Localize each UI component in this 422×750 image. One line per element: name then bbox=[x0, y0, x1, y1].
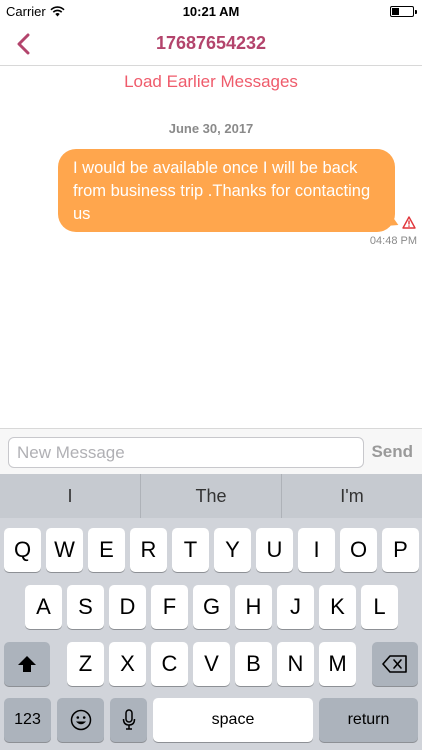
return-key[interactable]: return bbox=[319, 698, 418, 742]
battery-level bbox=[392, 8, 399, 15]
key-y[interactable]: Y bbox=[214, 528, 251, 572]
message-text: I would be available once I will be back… bbox=[73, 159, 371, 223]
key-o[interactable]: O bbox=[340, 528, 377, 572]
shift-key[interactable] bbox=[4, 642, 50, 686]
key-x[interactable]: X bbox=[109, 642, 146, 686]
emoji-icon bbox=[70, 709, 91, 731]
key-s[interactable]: S bbox=[67, 585, 104, 629]
key-l[interactable]: L bbox=[361, 585, 398, 629]
suggestion-bar: I The I'm bbox=[0, 474, 422, 518]
backspace-icon bbox=[382, 655, 407, 673]
warning-icon[interactable] bbox=[402, 216, 416, 229]
key-t[interactable]: T bbox=[172, 528, 209, 572]
status-bar: Carrier 10:21 AM bbox=[0, 0, 422, 22]
nav-bar: 17687654232 bbox=[0, 22, 422, 66]
key-i[interactable]: I bbox=[298, 528, 335, 572]
date-separator: June 30, 2017 bbox=[168, 121, 254, 136]
key-c[interactable]: C bbox=[151, 642, 188, 686]
key-f[interactable]: F bbox=[151, 585, 188, 629]
backspace-key[interactable] bbox=[372, 642, 418, 686]
space-key[interactable]: space bbox=[153, 698, 313, 742]
key-r[interactable]: R bbox=[130, 528, 167, 572]
key-p[interactable]: P bbox=[382, 528, 419, 572]
key-v[interactable]: V bbox=[193, 642, 230, 686]
key-n[interactable]: N bbox=[277, 642, 314, 686]
conversation-title: 17687654232 bbox=[155, 33, 267, 53]
key-b[interactable]: B bbox=[235, 642, 272, 686]
key-e[interactable]: E bbox=[88, 528, 125, 572]
key-j[interactable]: J bbox=[277, 585, 314, 629]
dictation-key[interactable] bbox=[110, 698, 147, 742]
key-g[interactable]: G bbox=[193, 585, 230, 629]
shift-arrow-icon bbox=[18, 656, 36, 672]
microphone-icon bbox=[122, 709, 135, 730]
message-input[interactable] bbox=[8, 437, 364, 468]
message-input-bar: Send bbox=[0, 428, 422, 474]
key-q[interactable]: Q bbox=[4, 528, 41, 572]
key-k[interactable]: K bbox=[319, 585, 356, 629]
emoji-key[interactable] bbox=[57, 698, 104, 742]
key-u[interactable]: U bbox=[256, 528, 293, 572]
outgoing-message-bubble[interactable]: I would be available once I will be back… bbox=[58, 149, 395, 232]
load-earlier-button[interactable]: Load Earlier Messages bbox=[0, 72, 422, 92]
keyboard: I The I'm Q W E R T Y U I O P A S D F G … bbox=[0, 474, 422, 750]
status-time: 10:21 AM bbox=[182, 4, 240, 19]
key-d[interactable]: D bbox=[109, 585, 146, 629]
key-a[interactable]: A bbox=[25, 585, 62, 629]
numbers-key[interactable]: 123 bbox=[4, 698, 51, 742]
suggestion-1[interactable]: I bbox=[0, 474, 141, 518]
key-h[interactable]: H bbox=[235, 585, 272, 629]
suggestion-2[interactable]: The bbox=[141, 474, 282, 518]
key-w[interactable]: W bbox=[46, 528, 83, 572]
key-z[interactable]: Z bbox=[67, 642, 104, 686]
send-button[interactable]: Send bbox=[371, 442, 413, 462]
message-timestamp: 04:48 PM bbox=[369, 235, 417, 247]
suggestion-3[interactable]: I'm bbox=[282, 474, 422, 518]
battery-icon bbox=[390, 6, 417, 17]
key-m[interactable]: M bbox=[319, 642, 356, 686]
